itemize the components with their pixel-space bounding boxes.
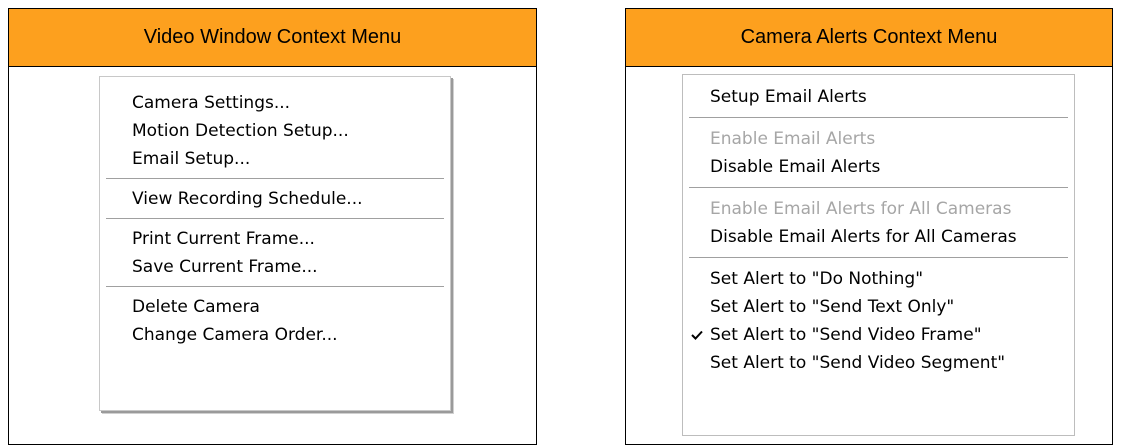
menu-separator <box>106 178 444 180</box>
menu-separator <box>106 286 444 288</box>
menu-item-camera-settings[interactable]: Camera Settings... <box>100 89 450 117</box>
menu-item-alert-send-video-frame[interactable]: Set Alert to "Send Video Frame" <box>683 321 1074 349</box>
menu-item-disable-email-alerts[interactable]: Disable Email Alerts <box>683 153 1074 181</box>
menu-item-alert-send-video-segment[interactable]: Set Alert to "Send Video Segment" <box>683 349 1074 377</box>
menu-item-alert-send-text-only[interactable]: Set Alert to "Send Text Only" <box>683 293 1074 321</box>
menu-separator <box>689 187 1068 189</box>
menu-item-enable-email-alerts: Enable Email Alerts <box>710 129 876 149</box>
menu-item-save-current-frame[interactable]: Save Current Frame... <box>100 253 450 281</box>
panel-title: Video Window Context Menu <box>9 9 536 67</box>
menu-item-setup-email-alerts[interactable]: Setup Email Alerts <box>683 83 1074 111</box>
check-icon <box>691 321 703 349</box>
menu-item-print-current-frame[interactable]: Print Current Frame... <box>100 225 450 253</box>
menu-item-label: Set Alert to "Send Video Frame" <box>710 325 982 345</box>
video-window-context-menu: Camera Settings... Motion Detection Setu… <box>99 76 451 411</box>
video-window-panel: Video Window Context Menu Camera Setting… <box>8 8 537 445</box>
menu-item-disable-email-alerts-all-cameras[interactable]: Disable Email Alerts for All Cameras <box>683 223 1074 251</box>
menu-item-delete-camera[interactable]: Delete Camera <box>100 293 450 321</box>
menu-item-email-setup[interactable]: Email Setup... <box>100 145 450 173</box>
menu-separator <box>689 257 1068 259</box>
menu-item-enable-email-alerts-all-cameras: Enable Email Alerts for All Cameras <box>710 199 1012 219</box>
camera-alerts-panel: Camera Alerts Context Menu Setup Email A… <box>625 8 1113 445</box>
menu-item-view-recording-schedule[interactable]: View Recording Schedule... <box>100 185 450 213</box>
menu-item-motion-detection-setup[interactable]: Motion Detection Setup... <box>100 117 450 145</box>
camera-alerts-context-menu: Setup Email Alerts Enable Email Alerts D… <box>682 74 1075 436</box>
menu-item-alert-do-nothing[interactable]: Set Alert to "Do Nothing" <box>683 265 1074 293</box>
menu-item-change-camera-order[interactable]: Change Camera Order... <box>100 321 450 349</box>
menu-separator <box>106 218 444 220</box>
panel-title: Camera Alerts Context Menu <box>626 9 1112 67</box>
menu-separator <box>689 117 1068 119</box>
